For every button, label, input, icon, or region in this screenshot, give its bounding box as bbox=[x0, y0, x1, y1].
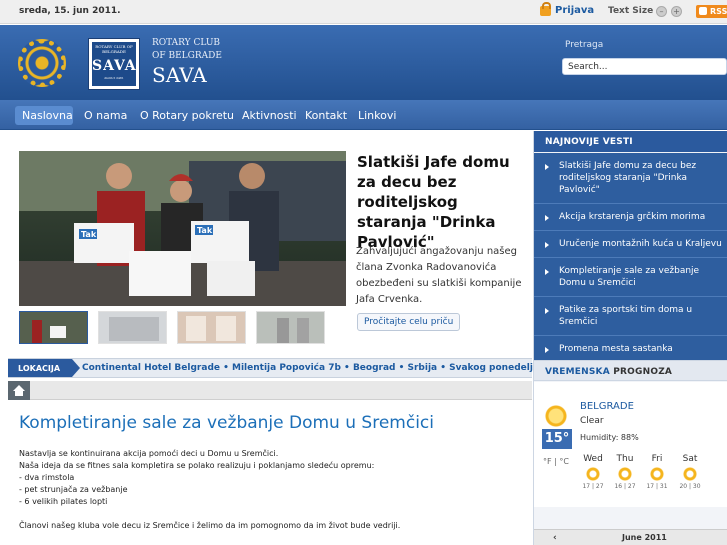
sidebar: NAJNOVIJE VESTI Slatkiši Jafe domu za de… bbox=[533, 131, 727, 545]
calendar-month: June 2011 bbox=[622, 533, 667, 542]
club-name-line2: OF BELGRADE bbox=[152, 51, 222, 61]
sun-icon bbox=[544, 404, 568, 428]
calendar-header: ‹ June 2011 bbox=[534, 529, 727, 545]
text-smaller-button[interactable]: – bbox=[656, 6, 667, 17]
weather-condition: Clear bbox=[580, 416, 604, 426]
forecast-day-name: Fri bbox=[651, 454, 663, 464]
badge-top-text: ROTARY CLUB OF BELGRADE bbox=[95, 44, 133, 54]
featured-title[interactable]: Slatkiši Jafe domu za decu bez roditeljs… bbox=[357, 152, 532, 252]
weather-widget: 15° BELGRADE Clear Humidity: 88% °F | °C… bbox=[534, 382, 727, 507]
latest-news-list: Slatkiši Jafe domu za decu bez roditeljs… bbox=[534, 153, 727, 363]
top-bar: sreda, 15. jun 2011. Prijava Text Size –… bbox=[0, 0, 727, 24]
main-nav: Naslovna O nama O Rotary pokretu Aktivno… bbox=[0, 100, 727, 130]
nav-item-aktivnosti[interactable]: Aktivnosti bbox=[242, 109, 297, 122]
news-item[interactable]: Promena mesta sastanka bbox=[534, 336, 727, 363]
forecast-day: Wed 17 | 27 bbox=[578, 454, 608, 490]
news-item[interactable]: Slatkiši Jafe domu za decu bez roditeljs… bbox=[534, 153, 727, 204]
badge-bottom-text: district 2481 bbox=[104, 76, 124, 80]
article-line-3: - dva rimstola bbox=[19, 473, 75, 482]
featured-photo[interactable]: Tak Tak bbox=[19, 151, 346, 306]
forecast-temps: 17 | 27 bbox=[582, 483, 604, 490]
weather-city: BELGRADE bbox=[580, 401, 634, 412]
current-date: sreda, 15. jun 2011. bbox=[19, 6, 121, 16]
forecast-day: Thu 16 | 27 bbox=[610, 454, 640, 490]
box-brand-label-1: Tak bbox=[81, 230, 97, 239]
forecast-temps: 17 | 31 bbox=[646, 483, 668, 490]
featured-thumbnail-2[interactable] bbox=[98, 311, 167, 344]
sava-club-badge: ROTARY CLUB OF BELGRADE SAVA district 24… bbox=[88, 38, 140, 90]
weather-heading-a: VREMENSKA bbox=[545, 367, 610, 377]
login-link[interactable]: Prijava bbox=[540, 1, 595, 16]
news-item[interactable]: Kompletiranje sale za vežbanje Domu u Sr… bbox=[534, 258, 727, 297]
article-paragraph-2: Članovi našeg kluba vole decu iz Sremčic… bbox=[19, 521, 401, 530]
weather-heading: VREMENSKA PROGNOZA bbox=[534, 360, 727, 381]
forecast-day-name: Sat bbox=[682, 454, 698, 464]
weather-humidity: Humidity: 88% bbox=[580, 433, 639, 442]
article-line-1: Nastavlja se kontinuirana akcija pomoći … bbox=[19, 449, 279, 458]
sun-icon bbox=[683, 467, 697, 481]
location-bar: LOKACIJA Continental Hotel Belgrade • Mi… bbox=[8, 358, 603, 378]
forecast-temps: 20 | 30 bbox=[679, 483, 701, 490]
news-item[interactable]: Uručenje montažnih kuća u Kraljevu bbox=[534, 231, 727, 258]
featured-thumbnail-3[interactable] bbox=[177, 311, 246, 344]
read-more-button[interactable]: Pročitajte celu priču bbox=[357, 313, 461, 331]
location-label: LOKACIJA bbox=[8, 359, 80, 377]
nav-item-o-nama[interactable]: O nama bbox=[84, 109, 127, 122]
breadcrumb bbox=[8, 381, 532, 400]
search-label: Pretraga bbox=[565, 40, 604, 50]
nav-item-kontakt[interactable]: Kontakt bbox=[305, 109, 347, 122]
latest-news-heading-b: VESTI bbox=[602, 137, 633, 147]
featured-story: Tak Tak Slatkiši Jafe domu za decu bez r… bbox=[8, 136, 533, 351]
sun-icon bbox=[618, 467, 632, 481]
featured-description: Zahvaljujući angažovanju našeg člana Zvo… bbox=[356, 246, 522, 305]
current-temperature: 15° bbox=[542, 429, 572, 449]
rss-button[interactable]: RSS bbox=[696, 5, 727, 18]
article-line-2: Naša ideja da se fitnes sala kompletira … bbox=[19, 461, 375, 470]
rotary-wheel-logo[interactable] bbox=[18, 39, 66, 87]
home-icon[interactable] bbox=[8, 381, 30, 400]
article-line-5: - 6 velikih pilates lopti bbox=[19, 497, 108, 506]
news-item[interactable]: Akcija krstarenja grčkim morima bbox=[534, 204, 727, 231]
nav-item-naslovna[interactable]: Naslovna bbox=[22, 109, 73, 122]
main-content: Tak Tak Slatkiši Jafe domu za decu bez r… bbox=[0, 131, 603, 545]
sun-icon bbox=[586, 467, 600, 481]
news-item[interactable]: Patike za sportski tim doma u Sremčici bbox=[534, 297, 727, 336]
latest-news-heading: NAJNOVIJE VESTI bbox=[534, 131, 727, 152]
lock-icon bbox=[540, 1, 551, 16]
featured-thumbnail-1[interactable] bbox=[19, 311, 88, 344]
temperature-unit-toggle[interactable]: °F | °C bbox=[543, 457, 569, 466]
club-name-line1: ROTARY CLUB bbox=[152, 38, 221, 48]
club-name[interactable]: ROTARY CLUB OF BELGRADE SAVA bbox=[152, 37, 222, 87]
weather-heading-b: PROGNOZA bbox=[613, 367, 673, 377]
text-larger-button[interactable]: + bbox=[671, 6, 682, 17]
location-text[interactable]: Continental Hotel Belgrade • Milentija P… bbox=[82, 363, 603, 373]
calendar-prev-button[interactable]: ‹ bbox=[553, 533, 557, 543]
article-title[interactable]: Kompletiranje sale za vežbanje Domu u Sr… bbox=[19, 413, 434, 433]
login-label: Prijava bbox=[555, 5, 595, 16]
sun-icon bbox=[650, 467, 664, 481]
forecast-day: Sat 20 | 30 bbox=[675, 454, 705, 490]
nav-item-linkovi[interactable]: Linkovi bbox=[358, 109, 396, 122]
nav-item-o-rotary-pokretu[interactable]: O Rotary pokretu bbox=[140, 109, 234, 122]
forecast-day-name: Wed bbox=[583, 454, 603, 464]
forecast-day: Fri 17 | 31 bbox=[642, 454, 672, 490]
search-input[interactable] bbox=[562, 58, 727, 75]
forecast-temps: 16 | 27 bbox=[614, 483, 636, 490]
page: sreda, 15. jun 2011. Prijava Text Size –… bbox=[0, 0, 727, 545]
featured-thumbnail-4[interactable] bbox=[256, 311, 325, 344]
box-brand-label-2: Tak bbox=[197, 226, 213, 235]
article-line-4: - pet strunjača za vežbanje bbox=[19, 485, 128, 494]
site-header: ROTARY CLUB OF BELGRADE SAVA district 24… bbox=[0, 25, 727, 100]
latest-news-heading-a: NAJNOVIJE bbox=[545, 137, 600, 147]
forecast-day-name: Thu bbox=[616, 454, 634, 464]
badge-main-text: SAVA bbox=[92, 58, 137, 74]
club-name-main: SAVA bbox=[152, 63, 207, 87]
text-size-label: Text Size bbox=[608, 6, 654, 16]
article-body: Nastavlja se kontinuirana akcija pomoći … bbox=[19, 448, 524, 544]
